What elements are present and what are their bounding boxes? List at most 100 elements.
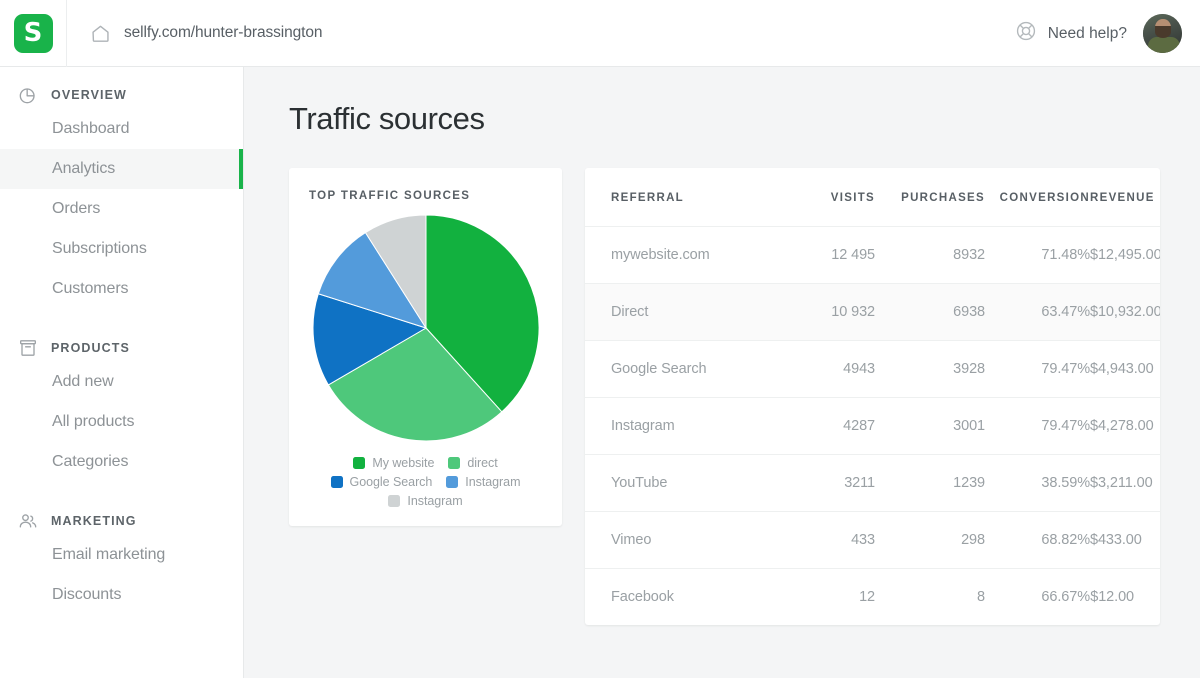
legend-label: Google Search (350, 475, 433, 489)
need-help-button[interactable]: Need help? (1015, 20, 1127, 47)
sidebar-item-analytics[interactable]: Analytics (0, 149, 243, 189)
cell-purchases: 298 (875, 512, 985, 569)
cell-referral: Google Search (585, 341, 775, 398)
referrals-table: REFERRAL VISITS PURCHASES CONVERSION REV… (585, 168, 1160, 625)
column-header-purchases[interactable]: PURCHASES (875, 168, 985, 227)
sidebar-item-discounts[interactable]: Discounts (0, 575, 243, 615)
table-row[interactable]: YouTube3211123938.59%$3,211.00 (585, 455, 1160, 512)
need-help-label: Need help? (1048, 25, 1127, 43)
sellfy-logo[interactable]: S (14, 14, 53, 53)
app-root: S sellfy.com/hunter-brassington (0, 0, 1200, 678)
legend-item[interactable]: Instagram (388, 494, 462, 508)
cell-purchases: 3928 (875, 341, 985, 398)
sidebar-item-subscriptions[interactable]: Subscriptions (0, 229, 243, 269)
sidebar-item-orders[interactable]: Orders (0, 189, 243, 229)
column-header-visits[interactable]: VISITS (775, 168, 875, 227)
sidebar-section-title: MARKETING (51, 514, 137, 528)
legend-label: Instagram (407, 494, 462, 508)
legend-item[interactable]: Instagram (446, 475, 520, 489)
legend-swatch-instagram-other (388, 495, 400, 507)
pie-chart (312, 214, 540, 442)
table-row[interactable]: Vimeo43329868.82%$433.00 (585, 512, 1160, 569)
pie-chart-icon (18, 85, 38, 105)
table-row[interactable]: Facebook12866.67%$12.00 (585, 569, 1160, 626)
cell-referral: mywebsite.com (585, 227, 775, 284)
cell-visits: 12 (775, 569, 875, 626)
cell-conversion: 71.48% (985, 227, 1090, 284)
cell-conversion: 79.47% (985, 341, 1090, 398)
cell-revenue: $12.00 (1090, 569, 1160, 626)
cell-visits: 10 932 (775, 284, 875, 341)
cell-revenue: $10,932.00 (1090, 284, 1160, 341)
sidebar-section-header-products: PRODUCTS (0, 334, 243, 362)
sidebar-section-marketing: MARKETING Email marketing Discounts (0, 507, 243, 615)
main-content: Traffic sources TOP TRAFFIC SOURCES My w… (244, 67, 1200, 678)
legend-label: direct (467, 456, 497, 470)
brand-logo-cell[interactable]: S (0, 0, 67, 67)
table-header: REFERRAL VISITS PURCHASES CONVERSION REV… (585, 168, 1160, 227)
cell-referral: Direct (585, 284, 775, 341)
legend-item[interactable]: Google Search (331, 475, 433, 489)
cell-referral: Facebook (585, 569, 775, 626)
cell-visits: 12 495 (775, 227, 875, 284)
cell-conversion: 38.59% (985, 455, 1090, 512)
content-row: TOP TRAFFIC SOURCES My website direct (289, 168, 1160, 625)
archive-box-icon (18, 338, 38, 358)
sidebar-item-categories[interactable]: Categories (0, 442, 243, 482)
legend-item[interactable]: My website (353, 456, 434, 470)
sidebar-section-header-marketing: MARKETING (0, 507, 243, 535)
cell-revenue: $4,278.00 (1090, 398, 1160, 455)
cell-visits: 4287 (775, 398, 875, 455)
cell-conversion: 79.47% (985, 398, 1090, 455)
sidebar-item-add-new[interactable]: Add new (0, 362, 243, 402)
sidebar-section-title: OVERVIEW (51, 88, 127, 102)
referrals-table-card: REFERRAL VISITS PURCHASES CONVERSION REV… (585, 168, 1160, 625)
legend-item[interactable]: direct (448, 456, 497, 470)
cell-revenue: $4,943.00 (1090, 341, 1160, 398)
column-header-referral[interactable]: REFERRAL (585, 168, 775, 227)
cell-visits: 3211 (775, 455, 875, 512)
table-row[interactable]: Google Search4943392879.47%$4,943.00 (585, 341, 1160, 398)
sidebar-item-customers[interactable]: Customers (0, 269, 243, 309)
legend-swatch-direct (448, 457, 460, 469)
cell-conversion: 66.67% (985, 569, 1090, 626)
sidebar-section-products: PRODUCTS Add new All products Categories (0, 334, 243, 482)
card-title: TOP TRAFFIC SOURCES (309, 190, 542, 202)
table-row[interactable]: Direct10 932693863.47%$10,932.00 (585, 284, 1160, 341)
table-row[interactable]: Instagram4287300179.47%$4,278.00 (585, 398, 1160, 455)
lifebuoy-icon (1015, 20, 1037, 47)
column-header-conversion[interactable]: CONVERSION (985, 168, 1090, 227)
legend-swatch-instagram (446, 476, 458, 488)
cell-referral: Instagram (585, 398, 775, 455)
cell-revenue: $12,495.00 (1090, 227, 1160, 284)
store-url-link[interactable]: sellfy.com/hunter-brassington (90, 23, 322, 44)
cell-purchases: 1239 (875, 455, 985, 512)
top-bar-right: Need help? (1015, 0, 1182, 67)
legend-swatch-my-website (353, 457, 365, 469)
cell-referral: Vimeo (585, 512, 775, 569)
page-title: Traffic sources (289, 101, 1160, 137)
table-header-row: REFERRAL VISITS PURCHASES CONVERSION REV… (585, 168, 1160, 227)
legend-label: My website (372, 456, 434, 470)
pie-legend: My website direct Google Search In (309, 456, 542, 508)
cell-visits: 433 (775, 512, 875, 569)
cell-visits: 4943 (775, 341, 875, 398)
cell-revenue: $3,211.00 (1090, 455, 1160, 512)
home-icon (90, 23, 111, 44)
sidebar: OVERVIEW Dashboard Analytics Orders Subs… (0, 67, 244, 678)
sidebar-item-all-products[interactable]: All products (0, 402, 243, 442)
cell-purchases: 8 (875, 569, 985, 626)
avatar[interactable] (1143, 14, 1182, 53)
cell-conversion: 63.47% (985, 284, 1090, 341)
cell-revenue: $433.00 (1090, 512, 1160, 569)
table-body: mywebsite.com12 495893271.48%$12,495.00D… (585, 227, 1160, 626)
legend-swatch-google-search (331, 476, 343, 488)
column-header-revenue[interactable]: REVENUE (1090, 168, 1160, 227)
cell-purchases: 6938 (875, 284, 985, 341)
legend-label: Instagram (465, 475, 520, 489)
sidebar-section-title: PRODUCTS (51, 341, 130, 355)
table-row[interactable]: mywebsite.com12 495893271.48%$12,495.00 (585, 227, 1160, 284)
cell-purchases: 3001 (875, 398, 985, 455)
sidebar-item-email-marketing[interactable]: Email marketing (0, 535, 243, 575)
sidebar-item-dashboard[interactable]: Dashboard (0, 109, 243, 149)
